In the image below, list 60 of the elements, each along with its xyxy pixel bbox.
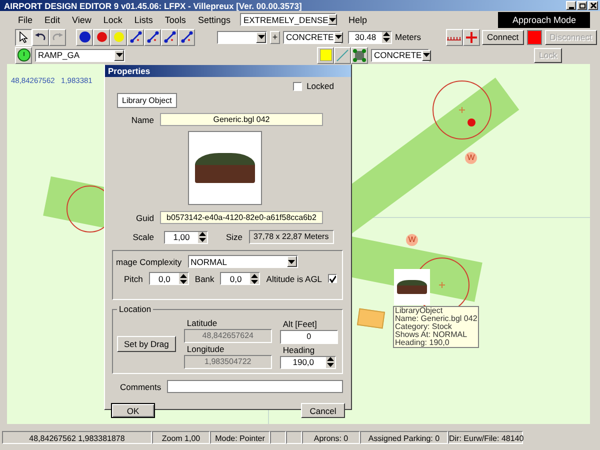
density-select[interactable]: EXTREMELY_DENSE xyxy=(240,13,336,26)
field-label: Guid xyxy=(135,212,155,222)
set-by-drag-button[interactable]: Set by Drag xyxy=(117,336,176,352)
field-label: Scale xyxy=(132,232,155,242)
window-title: AIRPORT DESIGN EDITOR 9 v01.45.06: LFPX - Villepreux [Ver. 00.00.3573] xyxy=(4,0,303,10)
tooltip-line: Shows At: NORMAL xyxy=(395,331,468,339)
status-cell: Zoom 1,00 xyxy=(152,431,210,444)
ok-button[interactable]: OK xyxy=(111,403,155,418)
connect-button[interactable]: Connect xyxy=(482,30,524,44)
image-complexity-select[interactable]: NORMAL xyxy=(188,255,298,268)
tooltip-line: LibraryObject xyxy=(395,307,444,315)
latitude-field: 48,842657624 xyxy=(184,329,272,343)
menu-item[interactable]: Tools xyxy=(158,14,192,24)
unit-label: Meters xyxy=(394,32,422,42)
menu-item[interactable]: View xyxy=(66,14,98,24)
surface-select[interactable]: CONCRETE xyxy=(283,30,341,44)
heading-field[interactable]: 190,0 xyxy=(280,356,336,368)
dialog-title: Properties xyxy=(108,66,150,76)
name-field[interactable]: Generic.bgl 042 xyxy=(160,113,323,126)
menu-item[interactable]: Lock xyxy=(97,14,128,24)
menu-item[interactable]: Settings xyxy=(192,14,236,24)
tooltip-line: Category: Stock xyxy=(395,323,452,331)
altitude-field[interactable]: 0 xyxy=(280,330,338,344)
surface-select[interactable]: CONCRETE xyxy=(371,48,429,62)
field-label: Name xyxy=(130,114,155,124)
status-cell: Dir: Eurw/File: 48140 xyxy=(448,431,523,444)
field-label: Longitude xyxy=(186,344,226,354)
field-label: Bank xyxy=(194,274,216,284)
library-object-tab[interactable]: Library Object xyxy=(117,93,177,108)
scale-field[interactable]: 1,00 xyxy=(164,230,208,244)
menu-item[interactable]: Help xyxy=(342,14,373,24)
checkbox-label: Locked xyxy=(306,81,335,91)
pitch-field[interactable]: 0,0 xyxy=(148,272,189,285)
checkbox-label: Altitude is AGL xyxy=(265,274,324,284)
cancel-button[interactable]: Cancel xyxy=(301,403,345,418)
tooltip-line: Name: Generic.bgl 042 xyxy=(395,315,478,323)
menu-item[interactable]: Edit xyxy=(38,14,66,24)
field-label: Heading xyxy=(282,344,316,354)
size-field: 37,78 x 22,87 Meters xyxy=(248,230,334,244)
field-label: Alt [Feet] xyxy=(282,318,318,328)
group-label: Location xyxy=(117,304,154,314)
status-cell: Aprons: 0 xyxy=(302,431,360,444)
guid-field[interactable]: b0573142-e40a-4120-82e0-a61f58cca6b2 xyxy=(160,211,323,224)
field-label: mage Complexity xyxy=(115,256,183,266)
menu-item[interactable]: File xyxy=(12,14,39,24)
approach-mode-button[interactable]: Approach Mode xyxy=(498,12,590,28)
add-button[interactable]: + xyxy=(270,30,280,44)
status-cell: 48,84267562 1,983381878 xyxy=(2,431,152,444)
status-cell: Mode: Pointer xyxy=(210,431,270,444)
field-label: Comments xyxy=(119,382,162,392)
ramp-select[interactable]: RAMP_GA xyxy=(35,48,125,62)
status-cell: Assigned Parking: 0 xyxy=(360,431,448,444)
width-field[interactable]: 30.48 xyxy=(348,30,392,44)
field-label: Latitude xyxy=(186,318,218,328)
bank-field[interactable]: 0,0 xyxy=(220,272,260,285)
field-label: Pitch xyxy=(123,274,144,284)
longitude-field: 1,983504722 xyxy=(184,355,272,369)
tooltip-line: Heading: 190,0 xyxy=(395,339,450,347)
menu-item[interactable]: Lists xyxy=(128,14,159,24)
field-label: Size xyxy=(225,232,244,242)
